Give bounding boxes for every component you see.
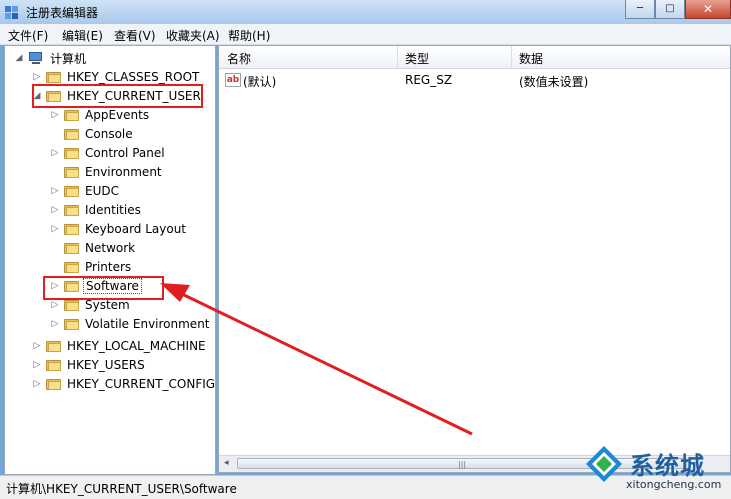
column-separator[interactable] <box>397 46 398 68</box>
tree-item-keyboard-layout[interactable]: ▷ Keyboard Layout <box>49 220 188 238</box>
folder-icon <box>46 359 61 371</box>
tree-label: Network <box>85 241 136 255</box>
close-button[interactable]: ✕ <box>685 0 731 19</box>
folder-icon <box>64 204 79 216</box>
folder-icon <box>64 109 79 121</box>
tree-label: Keyboard Layout <box>85 222 187 236</box>
tree-label: Environment <box>85 165 162 179</box>
tree-item-network[interactable]: Network <box>49 239 137 257</box>
tree-label: HKEY_CLASSES_ROOT <box>67 70 200 84</box>
folder-icon <box>64 185 79 197</box>
maximize-icon: □ <box>665 3 675 14</box>
menu-help[interactable]: 帮助(H) <box>228 27 270 44</box>
value-name: (默认) <box>243 75 277 89</box>
highlight-hkcu <box>32 84 203 108</box>
highlight-software <box>43 276 164 300</box>
value-data: (数值未设置) <box>519 75 589 89</box>
maximize-button[interactable]: □ <box>655 0 685 19</box>
tree-label: HKEY_LOCAL_MACHINE <box>67 339 206 353</box>
folder-icon <box>64 147 79 159</box>
computer-icon <box>28 51 44 65</box>
tree-label: Console <box>85 127 133 141</box>
tree-item-identities[interactable]: ▷ Identities <box>49 201 143 219</box>
expand-icon[interactable]: ▷ <box>49 148 61 158</box>
window-title: 注册表编辑器 <box>26 6 99 20</box>
status-path: 计算机\HKEY_CURRENT_USER\Software <box>6 482 237 496</box>
caption-buttons: ─ □ ✕ <box>625 0 731 20</box>
tree-item-environment[interactable]: Environment <box>49 163 164 181</box>
menu-bar: 文件(F) 编辑(E) 查看(V) 收藏夹(A) 帮助(H) <box>0 24 731 45</box>
expand-icon[interactable]: ▷ <box>49 186 61 196</box>
tree-label: EUDC <box>85 184 119 198</box>
tree-label: HKEY_USERS <box>67 358 145 372</box>
menu-view[interactable]: 查看(V) <box>114 27 156 44</box>
tree-item-hklm[interactable]: ▷ HKEY_LOCAL_MACHINE <box>31 337 208 355</box>
expand-icon[interactable]: ▷ <box>49 205 61 215</box>
folder-icon <box>64 299 79 311</box>
watermark-logo-icon <box>586 446 622 482</box>
regedit-icon <box>5 6 18 19</box>
tree-item-computer[interactable]: ◢ 计算机 <box>13 49 88 67</box>
tree-item-hkcc[interactable]: ▷ HKEY_CURRENT_CONFIG <box>31 375 216 393</box>
folder-icon <box>64 128 79 140</box>
tree-item-console[interactable]: Console <box>49 125 135 143</box>
minimize-button[interactable]: ─ <box>625 0 655 19</box>
tree-item-volatile-environment[interactable]: ▷ Volatile Environment <box>49 315 212 333</box>
expand-icon[interactable]: ▷ <box>49 224 61 234</box>
column-name[interactable]: 名称 <box>227 50 251 67</box>
tree-label: Volatile Environment <box>85 317 210 331</box>
tree-label: Control Panel <box>85 146 165 160</box>
values-list[interactable]: 名称 类型 数据 ab (默认) REG_SZ (数值未设置) ◂ ||| <box>218 45 731 473</box>
tree-label: 计算机 <box>50 51 87 66</box>
tree-label: Identities <box>85 203 141 217</box>
tree-label: HKEY_CURRENT_CONFIG <box>67 377 216 391</box>
tree-label: AppEvents <box>85 108 150 122</box>
folder-icon <box>46 71 61 83</box>
close-icon: ✕ <box>702 2 714 16</box>
expand-icon[interactable]: ▷ <box>31 341 43 351</box>
value-type: REG_SZ <box>405 73 453 87</box>
expand-icon[interactable]: ▷ <box>49 110 61 120</box>
column-type[interactable]: 类型 <box>405 50 429 67</box>
expand-icon[interactable]: ▷ <box>31 360 43 370</box>
collapse-icon[interactable]: ◢ <box>13 53 25 63</box>
tree-item-hku[interactable]: ▷ HKEY_USERS <box>31 356 147 374</box>
tree-label: System <box>85 298 130 312</box>
expand-icon[interactable]: ▷ <box>49 300 61 310</box>
folder-icon <box>46 378 61 390</box>
column-data[interactable]: 数据 <box>519 50 543 67</box>
folder-icon <box>64 166 79 178</box>
string-value-icon: ab <box>225 73 241 87</box>
folder-icon <box>46 340 61 352</box>
tree-item-appevents[interactable]: ▷ AppEvents <box>49 106 151 124</box>
tree-item-eudc[interactable]: ▷ EUDC <box>49 182 121 200</box>
watermark-url: xitongcheng.com <box>626 478 722 491</box>
tree-label: Printers <box>85 260 132 274</box>
menu-file[interactable]: 文件(F) <box>8 27 48 44</box>
list-row[interactable]: ab (默认) REG_SZ (数值未设置) <box>219 70 730 90</box>
folder-icon <box>64 318 79 330</box>
expand-icon[interactable]: ▷ <box>31 379 43 389</box>
watermark-name: 系统城 <box>630 452 705 480</box>
grip-icon: ||| <box>458 460 467 469</box>
tree-item-control-panel[interactable]: ▷ Control Panel <box>49 144 167 162</box>
tree-item-printers[interactable]: Printers <box>49 258 133 276</box>
watermark: 系统城 xitongcheng.com <box>578 440 731 498</box>
folder-icon <box>64 223 79 235</box>
scroll-left-icon[interactable]: ◂ <box>224 458 229 468</box>
menu-favorites[interactable]: 收藏夹(A) <box>166 27 220 44</box>
folder-icon <box>64 242 79 254</box>
expand-icon[interactable]: ▷ <box>49 319 61 329</box>
expand-icon[interactable]: ▷ <box>31 72 43 82</box>
column-separator[interactable] <box>511 46 512 68</box>
list-header: 名称 类型 数据 <box>219 46 730 69</box>
minimize-icon: ─ <box>636 3 644 14</box>
registry-tree[interactable]: ◢ 计算机 ▷ HKEY_CLASSES_ROOT ◢ HKEY_CURRENT… <box>4 45 216 475</box>
menu-edit[interactable]: 编辑(E) <box>62 27 103 44</box>
folder-icon <box>64 261 79 273</box>
title-bar: 注册表编辑器 ─ □ ✕ <box>0 0 731 24</box>
